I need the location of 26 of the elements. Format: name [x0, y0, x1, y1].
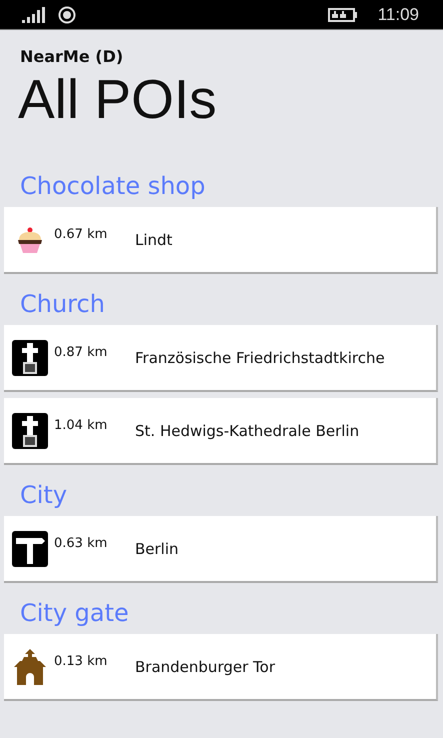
distance-text: 0.87 km: [54, 345, 108, 360]
distance-text: 0.67 km: [54, 227, 108, 242]
poi-item[interactable]: 0.63 km Berlin: [4, 516, 438, 583]
signal-icon: [22, 6, 46, 22]
poi-item[interactable]: 1.04 km St. Hedwigs-Kathedrale Berlin: [4, 398, 438, 465]
poi-item[interactable]: 0.67 km Lindt: [4, 207, 438, 274]
poi-name: Lindt: [135, 230, 172, 248]
location-icon: [58, 6, 76, 24]
poi-name: St. Hedwigs-Kathedrale Berlin: [135, 422, 360, 440]
church-icon: [12, 412, 48, 448]
distance-text: 1.04 km: [54, 418, 108, 433]
app-title: NearMe (D): [19, 46, 124, 66]
gatehouse-icon: [14, 648, 46, 684]
poi-name: Brandenburger Tor: [135, 658, 275, 676]
signpost-icon: [12, 530, 48, 566]
poi-item[interactable]: 0.13 km Brandenburger Tor: [4, 634, 438, 701]
distance-text: 0.13 km: [54, 654, 108, 669]
cupcake-icon: [16, 226, 44, 254]
battery-charging-icon: [328, 8, 358, 22]
distance-text: 0.63 km: [54, 536, 108, 551]
poi-name: Berlin: [135, 540, 179, 558]
church-icon: [12, 340, 48, 376]
poi-name: Französische Friedrichstadtkirche: [135, 348, 385, 366]
page-title: All POIs: [17, 67, 218, 132]
clock-time: 11:09: [378, 4, 419, 24]
poi-item[interactable]: 0.87 km Französische Friedrichstadtkirche: [4, 325, 438, 392]
